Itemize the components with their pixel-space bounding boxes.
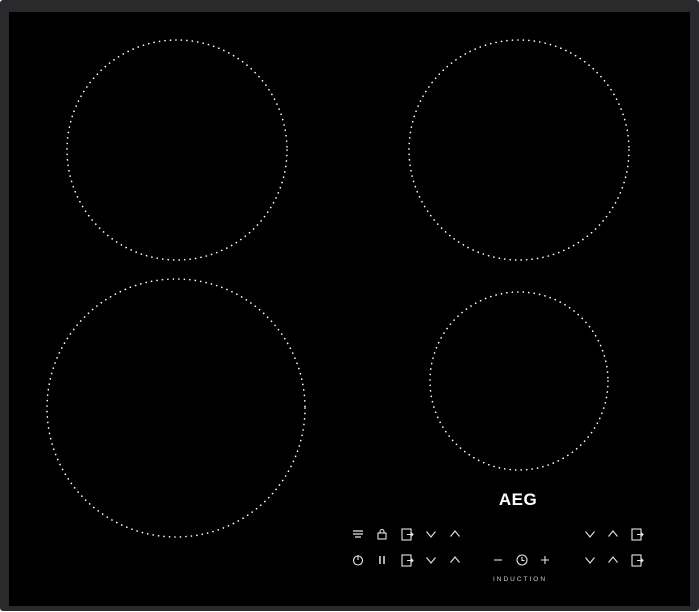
technology-label: INDUCTION <box>492 576 548 583</box>
chevron-up-icon <box>608 556 618 563</box>
power-icon <box>352 555 364 566</box>
power-button[interactable] <box>351 553 365 567</box>
chevron-down-icon <box>426 531 436 538</box>
chevron-down-icon <box>426 557 436 564</box>
glass-surface <box>9 12 690 606</box>
minus-icon <box>494 559 502 561</box>
zone-select-button[interactable] <box>400 527 414 541</box>
chevron-up-icon <box>608 530 618 537</box>
timer-plus-button[interactable] <box>538 553 552 567</box>
zone-select-icon <box>630 553 644 567</box>
plus-icon <box>541 556 549 564</box>
brand-logo: AEG <box>498 490 538 509</box>
power-level-up-button[interactable] <box>448 553 462 567</box>
pause-button[interactable] <box>375 553 389 567</box>
power-level-down-button[interactable] <box>583 553 597 567</box>
bridge-button[interactable] <box>351 527 365 541</box>
power-level-down-button[interactable] <box>583 527 597 541</box>
zone-select-button[interactable] <box>630 527 644 541</box>
lock-icon <box>377 528 387 540</box>
lock-button[interactable] <box>375 527 389 541</box>
timer-button[interactable] <box>515 553 529 567</box>
chevron-up-icon <box>450 556 460 563</box>
zone-select-icon <box>400 553 414 567</box>
induction-hob <box>0 0 699 612</box>
clock-icon <box>516 554 528 566</box>
power-level-down-button[interactable] <box>424 527 438 541</box>
zone-select-icon <box>400 527 414 541</box>
power-level-up-button[interactable] <box>606 527 620 541</box>
zone-select-button[interactable] <box>400 553 414 567</box>
timer-minus-button[interactable] <box>491 553 505 567</box>
zone-select-button[interactable] <box>630 553 644 567</box>
chevron-up-icon <box>450 530 460 537</box>
power-level-up-button[interactable] <box>606 553 620 567</box>
chevron-down-icon <box>585 557 595 564</box>
power-level-up-button[interactable] <box>448 527 462 541</box>
zone-select-icon <box>630 527 644 541</box>
power-level-down-button[interactable] <box>424 553 438 567</box>
bridge-icon <box>353 530 363 538</box>
chevron-down-icon <box>585 531 595 538</box>
pause-icon <box>379 556 385 564</box>
